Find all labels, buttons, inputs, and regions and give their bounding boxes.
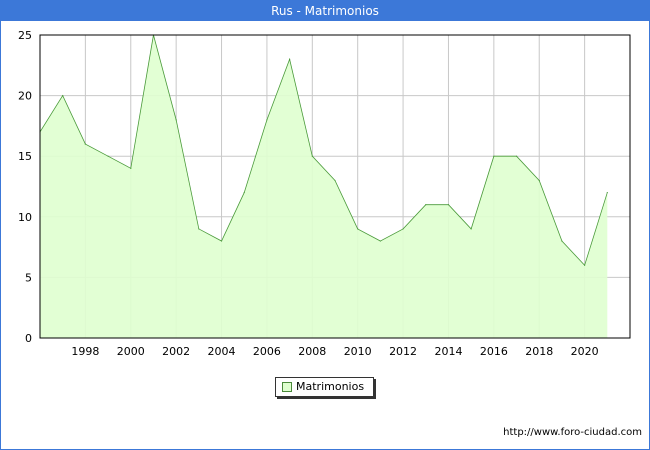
- x-tick-label: 2002: [162, 345, 190, 358]
- data-point: [198, 228, 200, 230]
- data-point: [266, 119, 268, 121]
- data-point: [379, 240, 381, 242]
- y-tick-label: 20: [18, 90, 32, 103]
- legend: Matrimonios: [275, 377, 374, 397]
- data-point: [84, 143, 86, 145]
- data-point: [289, 58, 291, 60]
- data-point: [357, 228, 359, 230]
- x-tick-label: 2004: [208, 345, 236, 358]
- legend-swatch: [282, 382, 292, 392]
- y-tick-label: 0: [25, 332, 32, 345]
- data-point: [62, 95, 64, 97]
- x-tick-label: 2006: [253, 345, 281, 358]
- x-tick-label: 2010: [344, 345, 372, 358]
- data-point: [606, 191, 608, 194]
- data-point: [515, 155, 518, 157]
- data-point: [175, 119, 177, 121]
- data-point: [107, 155, 109, 157]
- data-point: [220, 240, 223, 242]
- x-tick-label: 2020: [571, 345, 599, 358]
- data-point: [447, 204, 450, 206]
- data-point: [538, 179, 540, 182]
- x-tick-label: 2008: [298, 345, 326, 358]
- y-tick-label: 5: [25, 271, 32, 284]
- data-point: [493, 155, 495, 157]
- legend-label: Matrimonios: [296, 380, 365, 393]
- source-link[interactable]: http://www.foro-ciudad.com: [503, 427, 642, 438]
- data-point: [334, 179, 336, 182]
- data-point: [584, 264, 586, 266]
- y-tick-label: 25: [18, 29, 32, 42]
- data-point: [402, 228, 404, 230]
- data-point: [311, 155, 313, 157]
- x-tick-label: 2016: [480, 345, 508, 358]
- data-point: [470, 228, 472, 230]
- y-tick-label: 10: [18, 211, 32, 224]
- x-tick-label: 2000: [117, 345, 145, 358]
- x-tick-label: 1998: [71, 345, 99, 358]
- data-point: [243, 191, 245, 194]
- x-tick-label: 2018: [525, 345, 553, 358]
- x-tick-label: 2012: [389, 345, 417, 358]
- x-tick-label: 2014: [434, 345, 462, 358]
- y-tick-label: 15: [18, 150, 32, 163]
- data-point: [425, 204, 427, 206]
- data-point: [561, 240, 563, 242]
- data-point: [130, 167, 132, 169]
